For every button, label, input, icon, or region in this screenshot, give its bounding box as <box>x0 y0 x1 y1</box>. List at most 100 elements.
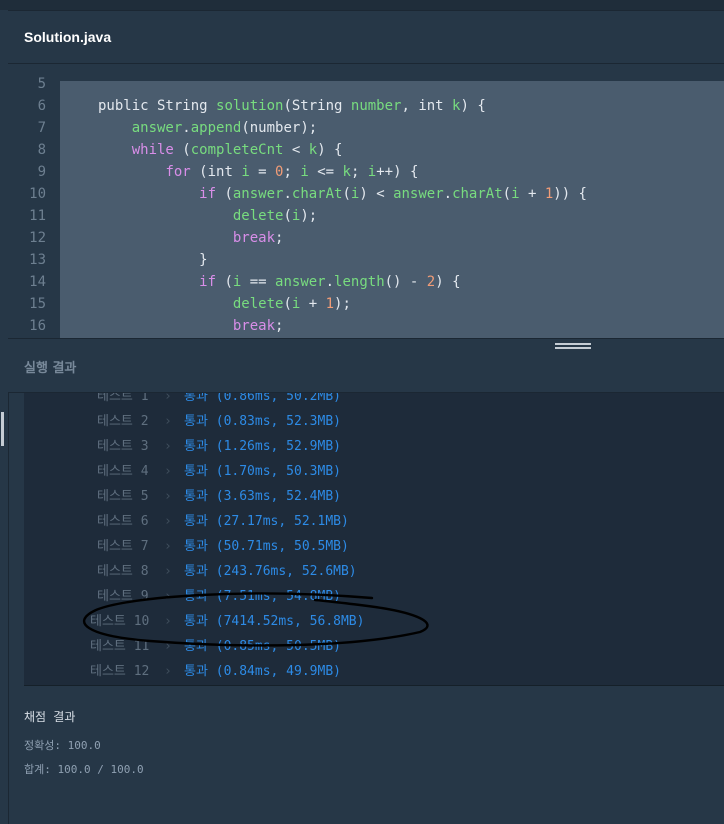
code-editor[interactable]: 5 6 public String solution(String number, … <box>8 64 724 338</box>
test-row: 테스트 6 › 통과 (27.17ms, 52.1MB) <box>24 510 724 534</box>
code-token: ); <box>334 296 351 312</box>
code-token: ( <box>283 296 292 312</box>
accuracy-score: 정확성: 100.0 <box>24 739 101 752</box>
editor-header: Solution.java <box>8 10 724 64</box>
test-label: 테스트 12 <box>90 664 150 679</box>
line-number: 11 <box>29 208 46 224</box>
test-label: 테스트 11 <box>90 639 150 654</box>
grading-title: 채점 결과 <box>24 710 76 724</box>
code-token: ; <box>275 230 284 246</box>
code-token: 2 <box>426 274 436 290</box>
scroll-marker[interactable] <box>1 412 4 446</box>
chevron-right-icon: › <box>164 464 172 479</box>
code-token: while <box>131 142 174 158</box>
code-token: 1 <box>325 296 335 312</box>
code-token: . <box>443 186 453 202</box>
code-line[interactable]: 5 <box>8 73 724 95</box>
code-token: . <box>283 186 292 202</box>
code-token: } <box>98 252 208 268</box>
test-result: 통과 (243.76ms, 52.6MB) <box>184 564 357 579</box>
code-token: ) { <box>460 98 486 114</box>
code-token: < <box>283 142 309 158</box>
code-line[interactable]: 15 delete(i + 1); <box>8 293 724 315</box>
test-label: 테스트 1 <box>97 393 149 404</box>
code-line[interactable]: 9 for (int i = 0; i <= k; i++) { <box>8 161 724 183</box>
test-row: 테스트 11 › 통과 (0.85ms, 50.5MB) <box>24 635 724 659</box>
code-token: answer <box>131 120 183 136</box>
test-row: 테스트 8 › 통과 (243.76ms, 52.6MB) <box>24 560 724 584</box>
code-line[interactable]: 13 } <box>8 249 724 271</box>
code-token: delete <box>232 296 284 312</box>
test-result: 통과 (50.71ms, 50.5MB) <box>184 539 349 554</box>
line-number: 12 <box>29 230 46 246</box>
code-token: (number); <box>241 120 318 136</box>
total-score: 합계: 100.0 / 100.0 <box>24 763 144 776</box>
code-token: ); <box>300 208 318 224</box>
code-token: ( <box>216 274 233 290</box>
code-line[interactable]: 7 answer.append(number); <box>8 117 724 139</box>
line-number: 13 <box>29 252 46 268</box>
code-text: while (completeCnt < k) { <box>98 139 343 161</box>
code-token: + <box>300 296 326 312</box>
code-token: break <box>232 318 276 334</box>
chevron-right-icon: › <box>164 514 172 529</box>
line-number: 6 <box>37 98 46 114</box>
drag-handle-icon[interactable] <box>555 343 591 353</box>
code-token: i <box>300 164 309 180</box>
line-number: 15 <box>29 296 46 312</box>
code-token: if <box>199 274 217 290</box>
code-token: . <box>325 274 335 290</box>
code-line[interactable]: 16 break; <box>8 315 724 337</box>
code-token: ( <box>342 186 351 202</box>
code-token: charAt <box>291 186 343 202</box>
code-token: ++) { <box>376 164 419 180</box>
test-label: 테스트 5 <box>97 489 149 504</box>
code-text: break; <box>98 227 284 249</box>
code-line[interactable]: 10 if (answer.charAt(i) < answer.charAt(… <box>8 183 724 205</box>
line-number: 7 <box>37 120 46 136</box>
test-row: 테스트 1 › 통과 (0.86ms, 50.2MB) <box>24 393 724 409</box>
code-token: 1 <box>544 186 554 202</box>
code-line[interactable]: 11 delete(i); <box>8 205 724 227</box>
test-row: 테스트 7 › 통과 (50.71ms, 50.5MB) <box>24 535 724 559</box>
code-token: ( <box>502 186 512 202</box>
code-line[interactable]: 14 if (i == answer.length() - 2) { <box>8 271 724 293</box>
code-token: + <box>519 186 545 202</box>
code-token: ( <box>283 208 292 224</box>
code-token: == <box>241 274 276 290</box>
results-header: 실행 결과 <box>8 338 724 393</box>
code-token: = <box>249 164 276 180</box>
code-text: answer.append(number); <box>98 117 317 139</box>
code-token: if <box>199 186 217 202</box>
code-token: , int <box>401 98 453 114</box>
test-result: 통과 (1.70ms, 50.3MB) <box>184 464 341 479</box>
code-line[interactable]: 12 break; <box>8 227 724 249</box>
results-title: 실행 결과 <box>24 361 77 376</box>
code-token: ; <box>350 164 368 180</box>
test-result: 통과 (0.85ms, 50.5MB) <box>184 639 341 654</box>
code-token: k <box>342 164 351 180</box>
results-panel[interactable]: 테스트 1 › 통과 (0.86ms, 50.2MB) 테스트 2 › 통과 (0.83m… <box>24 393 724 686</box>
code-text: } <box>98 249 208 271</box>
code-line[interactable]: 8 while (completeCnt < k) { <box>8 139 724 161</box>
code-token: ) < <box>359 186 394 202</box>
file-tab-title[interactable]: Solution.java <box>24 29 111 45</box>
test-row: 테스트 10 › 통과 (7414.52ms, 56.8MB) <box>24 610 724 634</box>
test-row: 테스트 9 › 통과 (7.51ms, 54.8MB) <box>24 585 724 609</box>
chevron-right-icon: › <box>164 393 172 404</box>
chevron-right-icon: › <box>164 414 172 429</box>
test-result: 통과 (1.26ms, 52.9MB) <box>184 439 341 454</box>
code-token: i <box>367 164 377 180</box>
code-token: ( <box>173 142 191 158</box>
code-line[interactable]: 6 public String solution(String number, i… <box>8 95 724 117</box>
test-label: 테스트 2 <box>97 414 149 429</box>
code-token: length <box>334 274 385 290</box>
